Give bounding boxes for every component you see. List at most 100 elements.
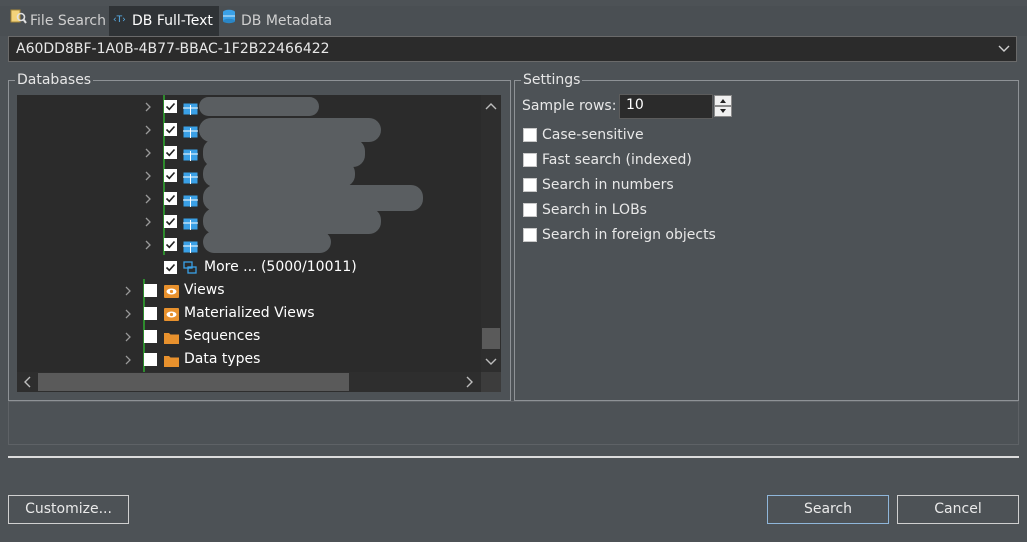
chevron-right-icon[interactable]: [143, 237, 153, 251]
case-sensitive-checkbox[interactable]: [523, 128, 537, 142]
sample-rows-spinner[interactable]: 10: [619, 94, 713, 119]
tree-checkbox[interactable]: [164, 261, 177, 274]
tree-checkbox[interactable]: [164, 192, 177, 205]
search-numbers-label[interactable]: Search in numbers: [542, 177, 674, 193]
folder-icon: [164, 352, 179, 367]
tree-row-folder[interactable]: Data types: [17, 348, 477, 371]
eye-icon: [164, 306, 179, 321]
sample-rows-label: Sample rows:: [522, 98, 617, 114]
tree-folder-label: Materialized Views: [184, 305, 315, 321]
search-lobs-checkbox[interactable]: [523, 203, 537, 217]
chevron-right-icon[interactable]: [143, 191, 153, 205]
tab-file-search[interactable]: File Search: [10, 6, 106, 36]
chevron-right-icon[interactable]: [123, 283, 133, 297]
chevron-down-icon[interactable]: [998, 41, 1010, 55]
chevron-right-icon[interactable]: [143, 168, 153, 182]
status-area: [8, 401, 1019, 445]
table-icon: [183, 123, 198, 138]
chevron-down-icon: [720, 109, 726, 113]
chevron-right-icon[interactable]: [465, 376, 475, 392]
cancel-button[interactable]: Cancel: [897, 495, 1019, 524]
more-icon: [183, 260, 198, 274]
customize-button[interactable]: Customize...: [8, 495, 129, 524]
eye-icon: [164, 283, 179, 298]
table-icon: [183, 215, 198, 230]
chevron-right-icon[interactable]: [143, 214, 153, 228]
tree-checkbox[interactable]: [144, 307, 157, 320]
redacted-name: [199, 97, 319, 116]
tree-row-folder[interactable]: Views: [17, 279, 477, 302]
tree-checkbox[interactable]: [164, 123, 177, 136]
chevron-down-icon[interactable]: [485, 355, 497, 371]
chevron-up-icon[interactable]: [485, 99, 497, 115]
sample-rows-value[interactable]: 10: [626, 97, 644, 113]
spinner-down-button[interactable]: [714, 106, 732, 117]
tree-row-table[interactable]: [17, 95, 477, 118]
connection-select[interactable]: A60DD8BF-1A0B-4B77-BBAC-1F2B22466422: [8, 36, 1017, 62]
case-sensitive-label[interactable]: Case-sensitive: [542, 127, 644, 143]
fast-search-label[interactable]: Fast search (indexed): [542, 152, 692, 168]
tree-checkbox[interactable]: [144, 353, 157, 366]
tree-vertical-scrollbar[interactable]: [481, 95, 501, 372]
full-text-icon: ‹T›: [113, 6, 129, 36]
table-icon: [183, 100, 198, 115]
spinner-up-button[interactable]: [714, 95, 732, 106]
tree-checkbox[interactable]: [164, 169, 177, 182]
chevron-right-icon[interactable]: [123, 306, 133, 320]
tree-checkbox[interactable]: [164, 215, 177, 228]
redacted-name: [203, 161, 355, 187]
scrollbar-thumb[interactable]: [38, 373, 349, 391]
tree-folder-label: Data types: [184, 351, 261, 367]
tree-row-table[interactable]: [17, 208, 477, 234]
databases-group-title: Databases: [15, 72, 94, 88]
svg-text:‹T›: ‹T›: [113, 15, 126, 25]
tree-more-label: More ... (5000/10011): [204, 259, 357, 275]
chevron-right-icon[interactable]: [123, 352, 133, 366]
connection-select-value: A60DD8BF-1A0B-4B77-BBAC-1F2B22466422: [16, 41, 330, 57]
tree-checkbox[interactable]: [164, 146, 177, 159]
folder-icon: [164, 329, 179, 344]
database-tree[interactable]: More ... (5000/10011) Views Materialized…: [17, 95, 501, 372]
fast-search-checkbox[interactable]: [523, 153, 537, 167]
search-button[interactable]: Search: [767, 495, 889, 524]
tree-row-folder[interactable]: Materialized Views: [17, 302, 477, 325]
chevron-right-icon[interactable]: [143, 145, 153, 159]
redacted-name: [203, 231, 331, 253]
dialog-separator: [8, 456, 1019, 458]
tab-label: File Search: [30, 13, 106, 29]
tree-checkbox[interactable]: [144, 330, 157, 343]
table-icon: [183, 238, 198, 253]
table-icon: [183, 146, 198, 161]
chevron-left-icon[interactable]: [22, 376, 32, 392]
chevron-right-icon[interactable]: [123, 329, 133, 343]
search-numbers-checkbox[interactable]: [523, 178, 537, 192]
table-icon: [183, 169, 198, 184]
search-foreign-objects-label[interactable]: Search in foreign objects: [542, 227, 716, 243]
chevron-right-icon[interactable]: [143, 99, 153, 113]
scrollbar-corner: [481, 372, 501, 392]
tree-checkbox[interactable]: [164, 100, 177, 113]
tree-horizontal-scrollbar[interactable]: [17, 372, 481, 392]
search-foreign-objects-checkbox[interactable]: [523, 228, 537, 242]
tree-row-table[interactable]: [17, 161, 477, 187]
scrollbar-thumb[interactable]: [482, 328, 500, 349]
table-icon: [183, 192, 198, 207]
tree-row-table[interactable]: [17, 185, 477, 211]
tab-label: DB Metadata: [241, 13, 333, 29]
tree-checkbox[interactable]: [144, 284, 157, 297]
file-search-icon: [10, 6, 27, 36]
search-lobs-label[interactable]: Search in LOBs: [542, 202, 647, 218]
tree-row-table[interactable]: [17, 231, 477, 256]
tree-row-table[interactable]: [17, 118, 477, 142]
tree-row-folder[interactable]: Sequences: [17, 325, 477, 348]
tree-folder-label: Views: [184, 282, 225, 298]
settings-group-title: Settings: [521, 72, 583, 88]
tab-db-full-text[interactable]: ‹T› DB Full-Text: [109, 6, 219, 36]
tree-row-more[interactable]: More ... (5000/10011): [17, 256, 477, 279]
chevron-right-icon[interactable]: [143, 122, 153, 136]
tab-db-metadata[interactable]: DB Metadata: [222, 6, 332, 36]
tree-checkbox[interactable]: [164, 238, 177, 251]
chevron-up-icon: [720, 99, 726, 103]
tree-folder-label: Sequences: [184, 328, 261, 344]
db-metadata-icon: [222, 6, 238, 36]
